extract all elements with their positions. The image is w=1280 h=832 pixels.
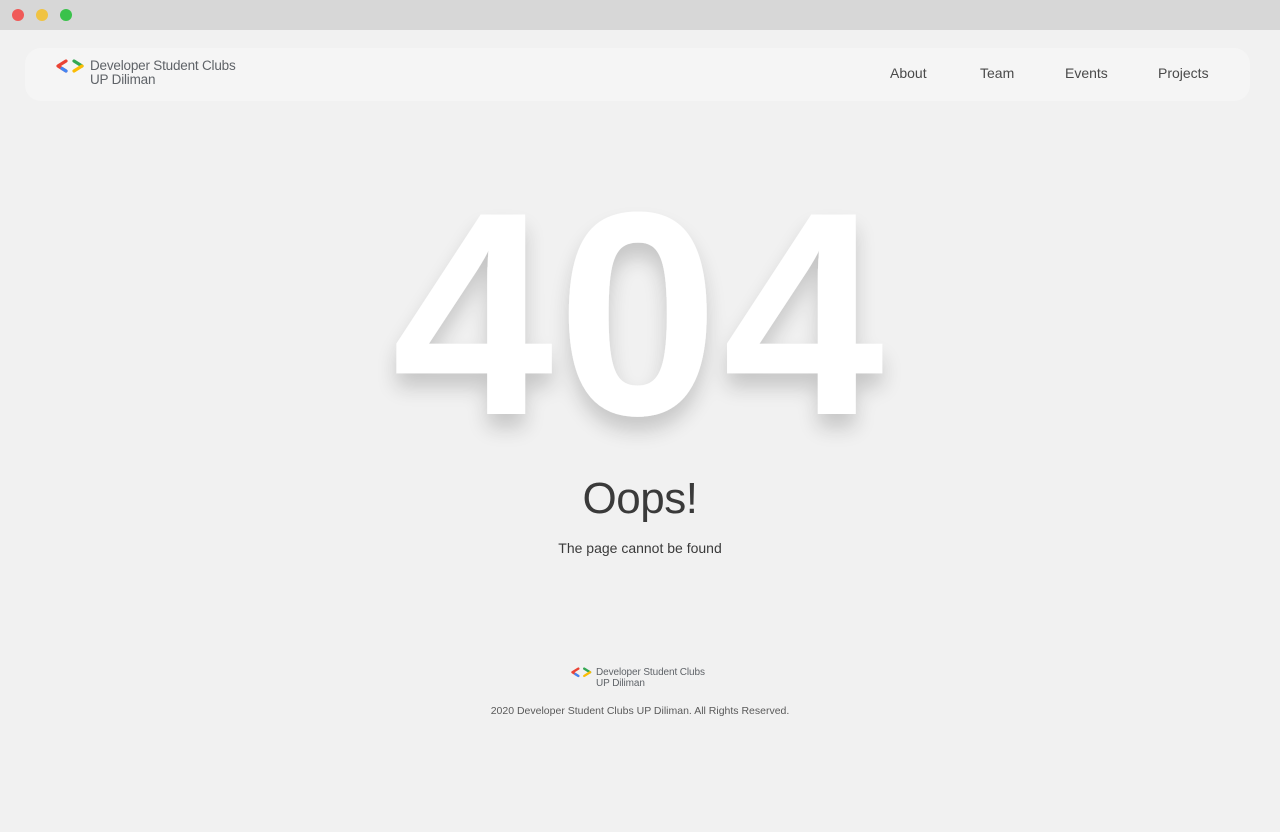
brand-line-2: UP Diliman [90, 72, 156, 87]
minimize-window-button[interactable] [36, 9, 48, 21]
nav-link-projects[interactable]: Projects [1158, 65, 1209, 81]
window-titlebar [0, 0, 1280, 30]
error-message: The page cannot be found [558, 540, 722, 556]
copyright-text: 2020 Developer Student Clubs UP Diliman.… [490, 705, 790, 717]
gdsc-brackets-logo-icon [571, 667, 592, 678]
footer-brand-line-1: Developer Student Clubs [596, 667, 705, 678]
headline: Oops! [582, 474, 698, 523]
nav-link-team[interactable]: Team [980, 65, 1014, 81]
maximize-window-button[interactable] [60, 9, 72, 21]
nav-link-about[interactable]: About [890, 65, 927, 81]
close-window-button[interactable] [12, 9, 24, 21]
error-code-text: 404 [392, 160, 888, 460]
top-navbar: Developer Student Clubs UP Diliman About… [25, 48, 1250, 101]
footer-brand-line-2: UP Diliman [596, 678, 645, 689]
brand-name: Developer Student Clubs UP Diliman [90, 59, 236, 87]
gdsc-brackets-logo-icon [56, 59, 84, 73]
footer-brand[interactable]: Developer Student Clubs UP Diliman [571, 667, 705, 689]
brand-home-link[interactable]: Developer Student Clubs UP Diliman [56, 59, 236, 91]
brand-line-1: Developer Student Clubs [90, 58, 236, 73]
nav-link-events[interactable]: Events [1065, 65, 1108, 81]
error-code-404: 404 [392, 160, 888, 460]
browser-window: Developer Student Clubs UP Diliman About… [0, 0, 1280, 832]
footer-brand-name: Developer Student Clubs UP Diliman [596, 667, 705, 689]
